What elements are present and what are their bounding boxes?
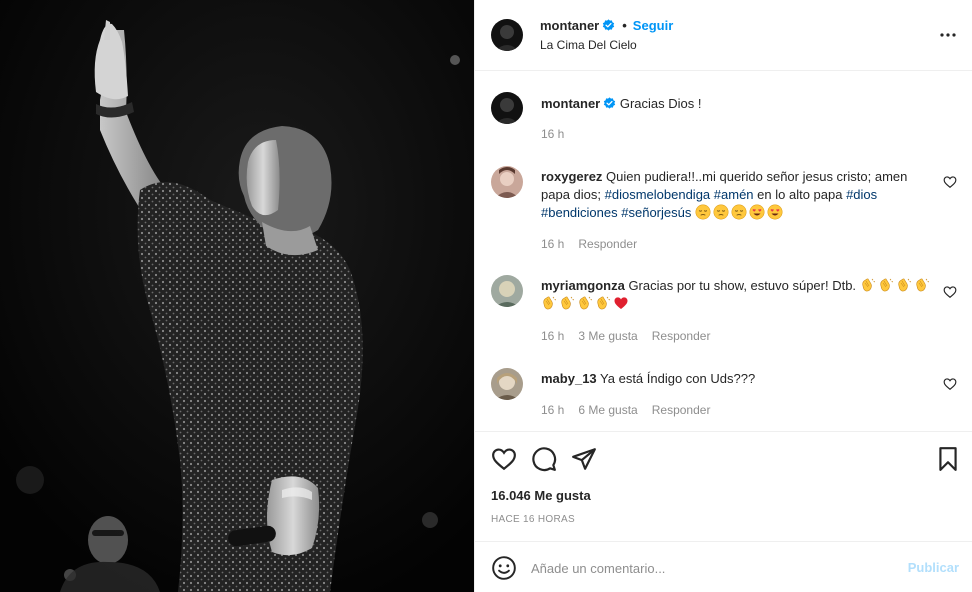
- clapping-hands-emoji-icon: [914, 277, 930, 293]
- commenter-avatar[interactable]: [491, 368, 523, 400]
- hashtag-link[interactable]: #bendiciones: [541, 205, 618, 220]
- header-name-row: montaner • Seguir: [540, 18, 673, 33]
- comment-text: myriamgonza Gracias por tu show, estuvo …: [541, 277, 936, 313]
- comment-body: Gracias por tu show, estuvo súper! Dtb.: [628, 278, 857, 293]
- post-header: montaner • Seguir La Cima Del Cielo: [475, 0, 972, 71]
- hashtag-link[interactable]: #dios: [846, 187, 877, 202]
- comment-meta: 16 h 3 Me gusta Responder: [541, 329, 724, 343]
- post-timestamp[interactable]: HACE 16 HORAS: [491, 514, 575, 525]
- comment-like-count[interactable]: 6 Me gusta: [578, 403, 637, 417]
- bookmark-icon[interactable]: [935, 446, 961, 472]
- instagram-post: montaner • Seguir La Cima Del Cielo montan…: [0, 0, 972, 592]
- comment-meta: 16 h 6 Me gusta Responder: [541, 403, 724, 417]
- author-username[interactable]: montaner: [540, 18, 599, 33]
- pensive-face-emoji-icon: [731, 204, 747, 220]
- comment-username[interactable]: roxygerez: [541, 169, 602, 184]
- post-photo[interactable]: [0, 0, 474, 592]
- comment-text: roxygerez Quien pudiera!!..mi querido se…: [541, 168, 936, 222]
- hashtag-link[interactable]: #diosmelobendiga: [605, 187, 711, 202]
- caption-time[interactable]: 16 h: [541, 127, 564, 141]
- heart-icon[interactable]: [491, 446, 517, 472]
- pensive-face-emoji-icon: [695, 204, 711, 220]
- verified-badge-icon: [603, 97, 616, 110]
- comment-body: Ya está Índigo con Uds???: [600, 371, 756, 386]
- comment-time[interactable]: 16 h: [541, 329, 564, 343]
- pensive-face-emoji-icon: [713, 204, 729, 220]
- publish-button[interactable]: Publicar: [908, 560, 959, 575]
- share-icon[interactable]: [571, 446, 597, 472]
- caption-author[interactable]: montaner: [541, 96, 600, 111]
- commenter-avatar[interactable]: [491, 275, 523, 307]
- comment-body-2: en lo alto papa: [757, 187, 843, 202]
- comment-item: myriamgonza Gracias por tu show, estuvo …: [491, 275, 957, 347]
- comment-item: maby_13 Ya está Índigo con Uds??? 16 h 6 …: [491, 368, 957, 420]
- caption-meta: 16 h: [541, 127, 578, 141]
- verified-badge-icon: [602, 19, 615, 32]
- clapping-hands-emoji-icon: [577, 295, 593, 311]
- clapping-hands-emoji-icon: [559, 295, 575, 311]
- comment-time[interactable]: 16 h: [541, 237, 564, 251]
- comment-username[interactable]: myriamgonza: [541, 278, 625, 293]
- heart-eyes-emoji-icon: [767, 204, 783, 220]
- add-comment-bar: Publicar: [475, 541, 972, 592]
- comment-time[interactable]: 16 h: [541, 403, 564, 417]
- commenter-avatar[interactable]: [491, 166, 523, 198]
- caption-text-row: montaner Gracias Dios !: [541, 96, 702, 111]
- comment-username[interactable]: maby_13: [541, 371, 597, 386]
- comment-icon[interactable]: [531, 446, 557, 472]
- like-count[interactable]: 16.046 Me gusta: [491, 488, 591, 503]
- clapping-hands-emoji-icon: [541, 295, 557, 311]
- red-heart-emoji-icon: [613, 295, 629, 311]
- clapping-hands-emoji-icon: [896, 277, 912, 293]
- post-location[interactable]: La Cima Del Cielo: [540, 38, 637, 52]
- author-avatar[interactable]: [491, 92, 523, 124]
- reply-button[interactable]: Responder: [578, 237, 637, 251]
- comment-like-count[interactable]: 3 Me gusta: [578, 329, 637, 343]
- caption-body: Gracias Dios !: [619, 96, 702, 111]
- author-avatar[interactable]: [491, 19, 523, 51]
- comment-like-heart-icon[interactable]: [943, 175, 957, 189]
- header-separator: •: [622, 18, 627, 33]
- clapping-hands-emoji-icon: [878, 277, 894, 293]
- clapping-hands-emoji-icon: [860, 277, 876, 293]
- comment-like-heart-icon[interactable]: [943, 285, 957, 299]
- more-options-icon[interactable]: [939, 26, 957, 44]
- post-actions: 16.046 Me gusta HACE 16 HORAS: [475, 431, 972, 541]
- hashtag-link[interactable]: #amén: [714, 187, 754, 202]
- hashtag-link[interactable]: #señorjesús: [621, 205, 691, 220]
- smiley-icon[interactable]: [491, 555, 517, 581]
- reply-button[interactable]: Responder: [652, 403, 711, 417]
- heart-eyes-emoji-icon: [749, 204, 765, 220]
- comment-text: maby_13 Ya está Índigo con Uds???: [541, 370, 936, 388]
- clapping-hands-emoji-icon: [595, 295, 611, 311]
- follow-button[interactable]: Seguir: [633, 18, 673, 33]
- reply-button[interactable]: Responder: [652, 329, 711, 343]
- post-side-panel: montaner • Seguir La Cima Del Cielo montan…: [474, 0, 972, 592]
- comment-like-heart-icon[interactable]: [943, 377, 957, 391]
- comment-item: roxygerez Quien pudiera!!..mi querido se…: [491, 166, 957, 256]
- comment-input[interactable]: [531, 554, 891, 582]
- comment-meta: 16 h Responder: [541, 237, 651, 251]
